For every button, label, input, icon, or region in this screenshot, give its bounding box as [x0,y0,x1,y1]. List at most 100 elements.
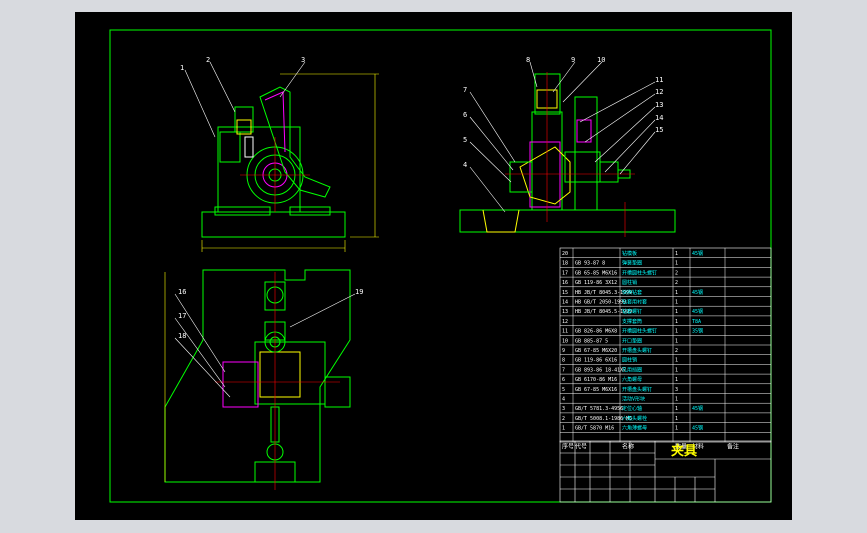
bom-header-cell: 备注 [727,442,739,450]
bom-cell: 弹簧垫圈 [622,260,642,267]
bom-cell: 1 [675,329,678,335]
balloon: 11 [655,76,663,84]
bom-cell: 18 [562,261,568,267]
section-view-centerlines [505,72,635,237]
bom-cell: 4 [562,397,565,403]
cad-drawing: 1 2 3 8 9 10 11 12 13 14 15 7 6 5 4 16 1… [109,29,772,503]
bom-cell: GB 119-86 6X16 [575,358,617,364]
bom-cell: 2 [675,280,678,286]
bom-cell: T8A [692,319,701,325]
top-view [164,269,351,483]
bom-cell: 钻模板 [622,250,637,257]
bom-cell: 1 [675,406,678,412]
balloon: 7 [463,86,467,94]
bom-cell: 12 [562,319,568,325]
bom-cell: GB 67-85 M6X16 [575,387,617,393]
top-view-centerlines [215,272,340,490]
bom-cell: 16 [562,280,568,286]
bom-cell: 45钢 [692,405,703,412]
bom-cell: 45钢 [692,308,703,315]
bom-cell: 15 [562,290,568,296]
bom-cell: 1 [675,377,678,383]
bom-cell: 1 [675,416,678,422]
title-block [559,440,772,503]
balloon: 4 [463,161,467,169]
bom-header-cell: 代号 [575,442,587,450]
bom-cell: 1 [562,426,565,432]
bom-header-cell: 序号 [562,442,574,450]
balloon: 19 [355,288,363,296]
bom-cell: 圆柱销 [622,279,637,286]
bom-cell: 钻套用衬套 [622,299,647,306]
bom-cell: 1 [675,367,678,373]
bom-cell: 六角头螺栓 [622,415,647,422]
bom-cell: 开口垫圈 [622,337,642,344]
bom-cell: 6 [562,377,565,383]
bom-cell: 圆柱销 [622,357,637,364]
drawing-title: 夹具 [671,443,697,459]
balloon-labels: 1 2 3 8 9 10 11 12 13 14 15 7 6 5 4 16 1… [178,56,663,340]
bom-cell: GB/T 5781.3-4956 [575,406,623,412]
bom-cell: 14 [562,300,568,306]
bom-cell: 钻套螺钉 [622,308,642,315]
bom-cell: 11 [562,329,568,335]
bom-cell: GB 885-87 5 [575,338,608,344]
bom-cell: 3 [562,406,565,412]
bom-cell: GB 826-86 M6X8 [575,329,617,335]
bom-cell: 10 [562,338,568,344]
bom-cell: GB 893-86 18-41X7 [575,367,626,373]
bom-cell: 2 [675,270,678,276]
bom-cell: 13 [562,309,568,315]
bom-cell: 活动V形块 [622,396,645,403]
bom-cell: 定位心轴 [622,405,642,412]
balloon: 6 [463,111,467,119]
drawing-border [109,29,772,503]
bom-cell: 快换钻套 [622,289,642,296]
balloon: 3 [301,56,305,64]
bom-cell: 1 [675,397,678,403]
bom-cell: 1 [675,319,678,325]
bom-cell: 1 [675,261,678,267]
bom-cell: 35钢 [692,328,703,335]
balloon: 14 [655,114,663,122]
bom-cell: 9 [562,348,565,354]
bom-cell: 2 [562,416,565,422]
bom-cell: 1 [675,358,678,364]
balloon: 5 [463,136,467,144]
bom-cell: 45钢 [692,250,703,257]
bom-cell: 1 [675,338,678,344]
bom-cell: 支撑套筒 [622,318,642,325]
bom-cell: GB 119-86 3X12 [575,280,617,286]
bom-cell: 1 [675,300,678,306]
bom-cell: 孔用挡圈 [622,366,642,373]
bom-cell: GB 67-85 M6X20 [575,348,617,354]
bom-cell: 45钢 [692,289,703,296]
bom-cell: 1 [675,309,678,315]
bom-cell: 开槽圆柱头螺钉 [622,269,657,276]
bom-cell: 1 [675,251,678,257]
bom-cell: GB 65-85 M6X16 [575,270,617,276]
bom-cell: HB GB/T 2050-1999 [575,300,626,306]
bom-cell: 45钢 [692,425,703,432]
balloon: 8 [526,56,530,64]
balloon: 15 [655,126,663,134]
balloon: 16 [178,288,186,296]
bom-cell: GB 93-87 8 [575,261,605,267]
balloon: 2 [206,56,210,64]
bom-cell: 2 [675,348,678,354]
bom-cell: GB 6170-86 M16 [575,377,617,383]
bom-header-cell: 名称 [622,442,634,450]
balloon: 1 [180,64,184,72]
leader-lines [174,61,656,398]
balloon: 18 [178,332,186,340]
balloon: 12 [655,88,663,96]
bom-cell: 17 [562,270,568,276]
balloon: 10 [597,56,605,64]
bom-cell: 开槽盘头螺钉 [622,386,652,393]
bom-cell: 1 [675,426,678,432]
balloon: 13 [655,101,663,109]
bom-cell: 20 [562,251,568,257]
bom-cell: 六角螺母 [622,376,642,383]
bom-cell: 六角薄螺母 [622,425,647,432]
bom-cell: 开槽盘头螺钉 [622,347,652,354]
